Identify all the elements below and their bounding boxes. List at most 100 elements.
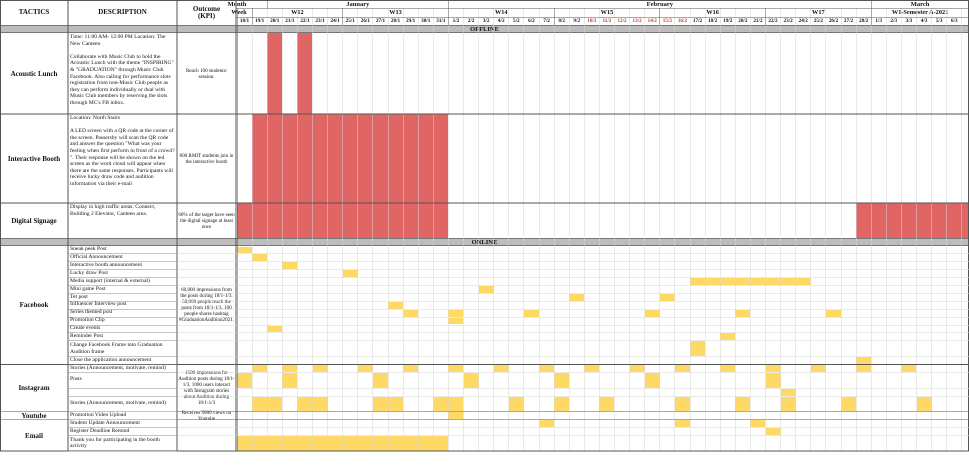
date-26-2: 26/2 bbox=[828, 18, 839, 24]
digital-signage-bar bbox=[856, 203, 969, 238]
date-22-1: 22/1 bbox=[300, 18, 310, 24]
date-27-2: 27/2 bbox=[843, 18, 854, 24]
online-schedule-bar bbox=[297, 396, 328, 412]
date-21-2: 21/2 bbox=[753, 18, 763, 24]
online-schedule-bar bbox=[478, 286, 494, 293]
facebook-row-7: Influencer Interview post bbox=[70, 301, 127, 308]
online-schedule-bar bbox=[252, 396, 283, 412]
online-schedule-bar bbox=[282, 372, 298, 388]
youtube-kpi: Receives 5000 views on Youtube bbox=[181, 409, 232, 422]
month-february: February bbox=[646, 0, 673, 8]
online-schedule-bar bbox=[916, 396, 932, 412]
facebook-row-10: Create events bbox=[70, 325, 101, 332]
schedule-sheet: TACTICS DESCRIPTION Outcome (KPI) Month Week J… bbox=[0, 0, 969, 468]
month-march: March bbox=[910, 0, 930, 8]
online-schedule-bar bbox=[599, 396, 615, 412]
online-schedule-bar bbox=[237, 436, 449, 451]
online-schedule-bar bbox=[735, 396, 751, 412]
online-schedule-bar bbox=[448, 317, 464, 325]
online-schedule-bar bbox=[674, 396, 690, 412]
facebook-kpi: 60,000 impressions from the posts during… bbox=[178, 287, 235, 324]
date-21-1: 21/1 bbox=[285, 18, 295, 24]
online-schedule-bar bbox=[765, 365, 781, 372]
interactive-booth-bar bbox=[252, 114, 449, 203]
online-schedule-bar bbox=[569, 293, 585, 301]
facebook-row-2: Interactive booth announcement bbox=[70, 261, 143, 268]
facebook-row-8: Series themed post bbox=[70, 309, 113, 316]
week-5: W16 bbox=[706, 9, 719, 16]
instagram-tactic: Instagram bbox=[18, 384, 50, 393]
date-4-2: 4/2 bbox=[497, 18, 505, 24]
online-schedule-bar bbox=[780, 396, 796, 412]
date-25-2: 25/2 bbox=[813, 18, 823, 24]
instagram-row-3: Stories (Announcement, motivate, remind) bbox=[70, 400, 166, 407]
date-18-2: 18/2 bbox=[708, 18, 718, 24]
date-6-3: 6/3 bbox=[950, 18, 958, 24]
acoustic-lunch-description: Time: 11:00 AM- 12:00 PM Location: The N… bbox=[70, 34, 174, 106]
online-schedule-bar bbox=[644, 309, 660, 317]
date-10-2: 10/2 bbox=[587, 18, 597, 24]
online-schedule-bar bbox=[644, 372, 660, 388]
week-7: W1-Semester A-2021 bbox=[891, 9, 949, 16]
interactive-booth-description: Location: North Stairs A LED screen with… bbox=[70, 115, 175, 187]
facebook-row-3: Lucky draw Post bbox=[70, 269, 108, 276]
offline-section-band: OFFLINE bbox=[0, 25, 969, 33]
instagram-row-2 bbox=[68, 388, 177, 396]
week-2: W13 bbox=[389, 9, 402, 16]
online-schedule-bar bbox=[448, 365, 464, 372]
date-31-1: 31/1 bbox=[436, 18, 446, 24]
date-9-2: 9/2 bbox=[573, 18, 581, 24]
date-15-2: 15/2 bbox=[662, 18, 672, 24]
acoustic-lunch-kpi: Reach 100 students/ session. bbox=[185, 67, 228, 80]
date-1-2: 1/2 bbox=[452, 18, 460, 24]
date-1-3: 1/3 bbox=[875, 18, 883, 24]
instagram-row-0: Stories (Announcement, motivate, remind) bbox=[70, 364, 166, 371]
digital-signage-tactic: Digital Signage bbox=[11, 216, 57, 225]
date-5-2: 5/2 bbox=[513, 18, 520, 24]
online-schedule-bar bbox=[539, 420, 555, 428]
date-17-2: 17/2 bbox=[692, 18, 703, 24]
online-schedule-bar bbox=[282, 262, 298, 270]
online-schedule-bar bbox=[463, 372, 479, 388]
facebook-row-1: Official Announcement bbox=[70, 254, 123, 261]
online-schedule-bar bbox=[554, 396, 570, 412]
online-schedule-bar bbox=[674, 420, 690, 428]
date-12-2: 12/2 bbox=[617, 18, 627, 24]
youtube-tactic: Youtube bbox=[21, 411, 47, 420]
acoustic-lunch-bar bbox=[267, 33, 283, 114]
interactive-booth-kpi: 800 RMIT students join in the interactiv… bbox=[179, 152, 234, 165]
email-row-2: Thank you for participating in the booth… bbox=[70, 437, 160, 450]
date-6-2: 6/2 bbox=[528, 18, 535, 24]
online-schedule-bar bbox=[523, 309, 539, 317]
acoustic-lunch-bar bbox=[297, 33, 313, 114]
acoustic-lunch-tactic: Acoustic Lunch bbox=[10, 69, 58, 78]
online-schedule-bar bbox=[735, 309, 751, 317]
online-schedule-bar bbox=[659, 293, 675, 301]
date-25-1: 25/1 bbox=[345, 18, 355, 24]
date-29-1: 29/1 bbox=[406, 18, 416, 24]
facebook-row-6: Tet post bbox=[70, 293, 88, 300]
online-schedule-bar bbox=[780, 388, 796, 396]
tactics-header: TACTICS bbox=[18, 8, 50, 16]
date-20-2: 20/2 bbox=[738, 18, 748, 24]
online-schedule-bar bbox=[690, 278, 811, 285]
week-1: W12 bbox=[291, 9, 304, 16]
date-26-1: 26/1 bbox=[360, 18, 370, 24]
email-row-1: Register Deadline Remind bbox=[70, 427, 130, 434]
online-schedule-bar bbox=[901, 365, 917, 372]
interactive-booth-tactic: Interactive Booth bbox=[7, 154, 61, 163]
youtube-row-0: Promotion Video Upload bbox=[70, 412, 127, 419]
online-schedule-bar bbox=[856, 365, 872, 372]
week-6: W17 bbox=[812, 9, 825, 16]
online-schedule-bar bbox=[584, 365, 600, 372]
date-3-2: 3/2 bbox=[482, 18, 490, 24]
date-30-1: 30/1 bbox=[421, 18, 431, 24]
date-2-3: 2/3 bbox=[890, 18, 898, 24]
instagram-kpi: 1500 impressions for Audition posts duri… bbox=[178, 370, 235, 407]
online-schedule-bar bbox=[554, 372, 570, 388]
facebook-tactic: Facebook bbox=[19, 301, 49, 310]
online-schedule-bar bbox=[629, 365, 645, 372]
month-january: January bbox=[346, 0, 370, 8]
online-schedule-bar bbox=[252, 254, 268, 262]
month-label: Month bbox=[227, 0, 247, 8]
